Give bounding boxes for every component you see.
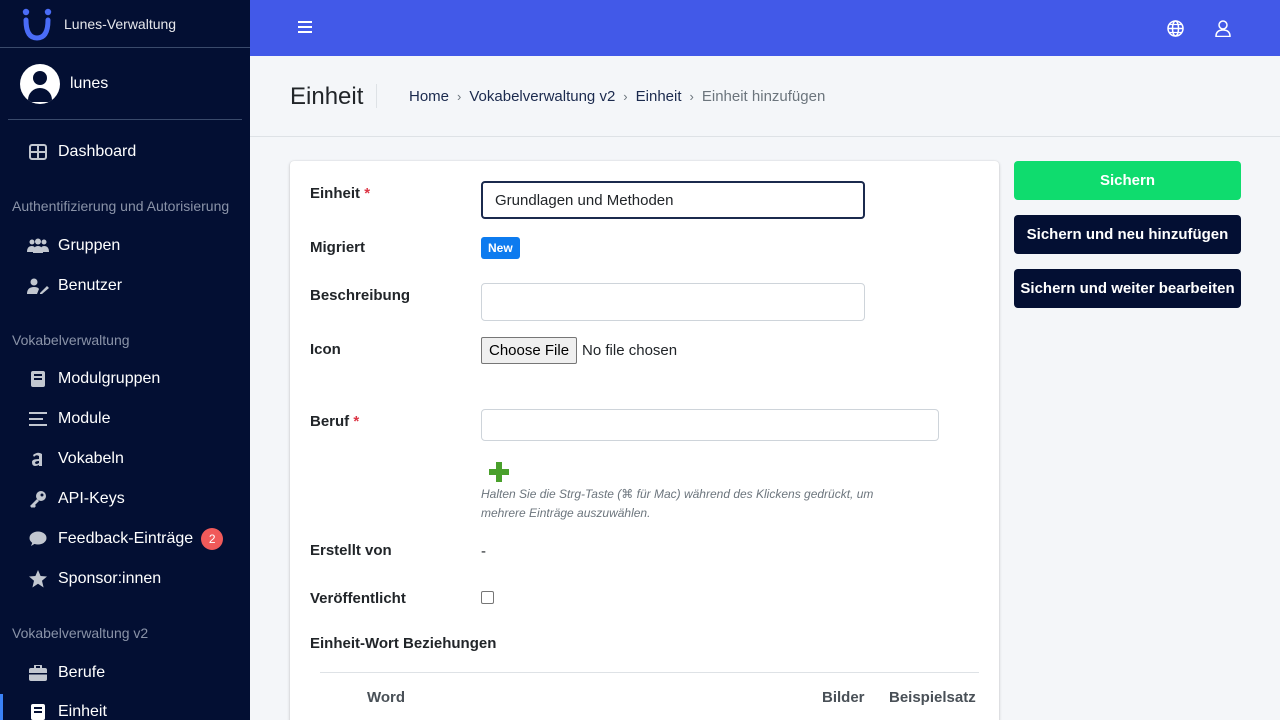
column-header-bilder: Bilder <box>822 689 865 706</box>
save-and-add-button[interactable]: Sichern und neu hinzufügen <box>1014 215 1241 254</box>
column-header-word: Word <box>367 689 406 706</box>
file-status: No file chosen <box>582 342 678 359</box>
content-header: Einheit Home › Vokabelverwaltung v2 › Ei… <box>250 56 1280 137</box>
erstellt-label: Erstellt von <box>310 542 392 559</box>
top-navbar <box>250 0 1280 56</box>
einheit-label: Einheit * <box>310 185 370 202</box>
breadcrumb: Home › Vokabelverwaltung v2 › Einheit › … <box>409 88 825 105</box>
sidebar-item-sponsor[interactable]: Sponsor:innen <box>26 569 161 589</box>
sidebar-label-berufe: Berufe <box>58 664 106 681</box>
breadcrumb-model[interactable]: Einheit <box>636 88 682 105</box>
breadcrumb-app[interactable]: Vokabelverwaltung v2 <box>469 88 615 105</box>
beruf-label: Beruf * <box>310 413 359 430</box>
users-icon <box>26 236 50 256</box>
lunes-logo-icon <box>20 6 56 42</box>
breadcrumb-separator: › <box>457 89 462 104</box>
sidebar-item-berufe[interactable]: Berufe <box>26 663 105 683</box>
star-icon <box>26 569 50 589</box>
sidebar-label-modulgruppen: Modulgruppen <box>58 370 161 387</box>
sidebar-label-feedback: Feedback-Einträge <box>58 530 194 547</box>
icon-file-input: Choose File No file chosen <box>481 337 677 364</box>
veroeffentlicht-checkbox[interactable] <box>481 591 494 604</box>
beschreibung-input[interactable] <box>481 283 865 321</box>
sidebar-item-module[interactable]: Module <box>26 409 110 429</box>
sidebar-item-feedback[interactable]: Feedback-Einträge 2 <box>26 528 224 550</box>
sidebar-item-dashboard[interactable]: Dashboard <box>26 142 136 162</box>
save-button[interactable]: Sichern <box>1014 161 1241 200</box>
sidebar-label-einheit: Einheit <box>58 703 107 720</box>
required-mark: * <box>364 185 371 202</box>
breadcrumb-current: Einheit hinzufügen <box>701 88 826 105</box>
required-mark: * <box>353 413 360 430</box>
sidebar-item-benutzer[interactable]: Benutzer <box>26 276 122 296</box>
sidebar-item-modulgruppen[interactable]: Modulgruppen <box>26 369 160 389</box>
user-avatar-icon <box>20 63 60 104</box>
choose-file-button[interactable]: Choose File <box>481 337 578 364</box>
hamburger-menu-icon[interactable] <box>298 21 312 33</box>
relations-section-title: Einheit-Wort Beziehungen <box>310 635 497 652</box>
letter-a-icon <box>26 449 50 469</box>
comment-icon <box>26 529 50 549</box>
migriert-label: Migriert <box>310 239 366 256</box>
brand-link[interactable]: Lunes-Verwaltung <box>0 0 250 48</box>
active-item-marker <box>0 694 3 720</box>
dashboard-grid-icon <box>26 142 50 162</box>
beruf-select[interactable] <box>481 409 939 441</box>
sidebar-label-benutzer: Benutzer <box>58 277 123 294</box>
title-divider <box>376 84 377 108</box>
sidebar-label-sponsor: Sponsor:innen <box>58 570 162 587</box>
brand-text: Lunes-Verwaltung <box>64 15 177 32</box>
breadcrumb-separator: › <box>689 89 694 104</box>
nav-header-vokabel-v2: Vokabelverwaltung v2 <box>12 625 149 641</box>
multi-select-help-text: Halten Sie die Strg-Taste (⌘ für Mac) wä… <box>481 487 874 520</box>
beschreibung-label: Beschreibung <box>310 287 411 304</box>
key-icon <box>26 489 50 509</box>
book-icon <box>26 369 50 389</box>
list-icon <box>26 409 50 429</box>
add-beruf-plus-icon[interactable] <box>488 461 510 488</box>
icon-label: Icon <box>310 341 341 358</box>
nav-header-auth: Authentifizierung und Autorisierung <box>12 198 230 214</box>
sidebar-item-vokabeln[interactable]: Vokabeln <box>26 449 124 469</box>
form-card: Einheit * Migriert New Beschreibung Icon… <box>290 161 999 720</box>
sidebar-item-api-keys[interactable]: API-Keys <box>26 489 125 509</box>
book-icon <box>26 702 50 720</box>
breadcrumb-separator: › <box>623 89 628 104</box>
sidebar-label-dashboard: Dashboard <box>58 143 137 160</box>
user-account-icon[interactable] <box>1215 20 1231 42</box>
feedback-count-badge: 2 <box>201 528 224 550</box>
sidebar-item-einheit[interactable]: Einheit <box>26 702 107 720</box>
veroeffentlicht-label: Veröffentlicht <box>310 590 406 607</box>
sidebar-label-gruppen: Gruppen <box>58 237 121 254</box>
save-and-continue-button[interactable]: Sichern und weiter bearbeiten <box>1014 269 1241 308</box>
migriert-new-badge: New <box>481 237 520 259</box>
user-name: lunes <box>70 74 109 92</box>
sidebar-label-api-keys: API-Keys <box>58 490 125 507</box>
breadcrumb-home[interactable]: Home <box>409 88 449 105</box>
sidebar-label-vokabeln: Vokabeln <box>58 450 124 467</box>
erstellt-value: - <box>481 543 486 560</box>
page-title: Einheit <box>290 83 364 110</box>
user-edit-icon <box>26 276 50 296</box>
globe-icon[interactable] <box>1167 20 1184 42</box>
user-panel[interactable]: lunes <box>8 48 242 120</box>
briefcase-icon <box>26 663 50 683</box>
sidebar-label-module: Module <box>58 410 111 427</box>
sidebar-item-gruppen[interactable]: Gruppen <box>26 236 120 256</box>
column-header-beispielsatz: Beispielsatz <box>889 689 976 706</box>
beruf-label-text: Beruf <box>310 413 350 430</box>
migriert-field: New <box>481 237 520 259</box>
table-divider <box>320 672 979 673</box>
nav-header-vokabel: Vokabelverwaltung <box>12 332 130 348</box>
sidebar: Lunes-Verwaltung lunes Dashboard Authent… <box>0 0 250 720</box>
einheit-input[interactable] <box>481 181 865 219</box>
einheit-label-text: Einheit <box>310 185 361 202</box>
